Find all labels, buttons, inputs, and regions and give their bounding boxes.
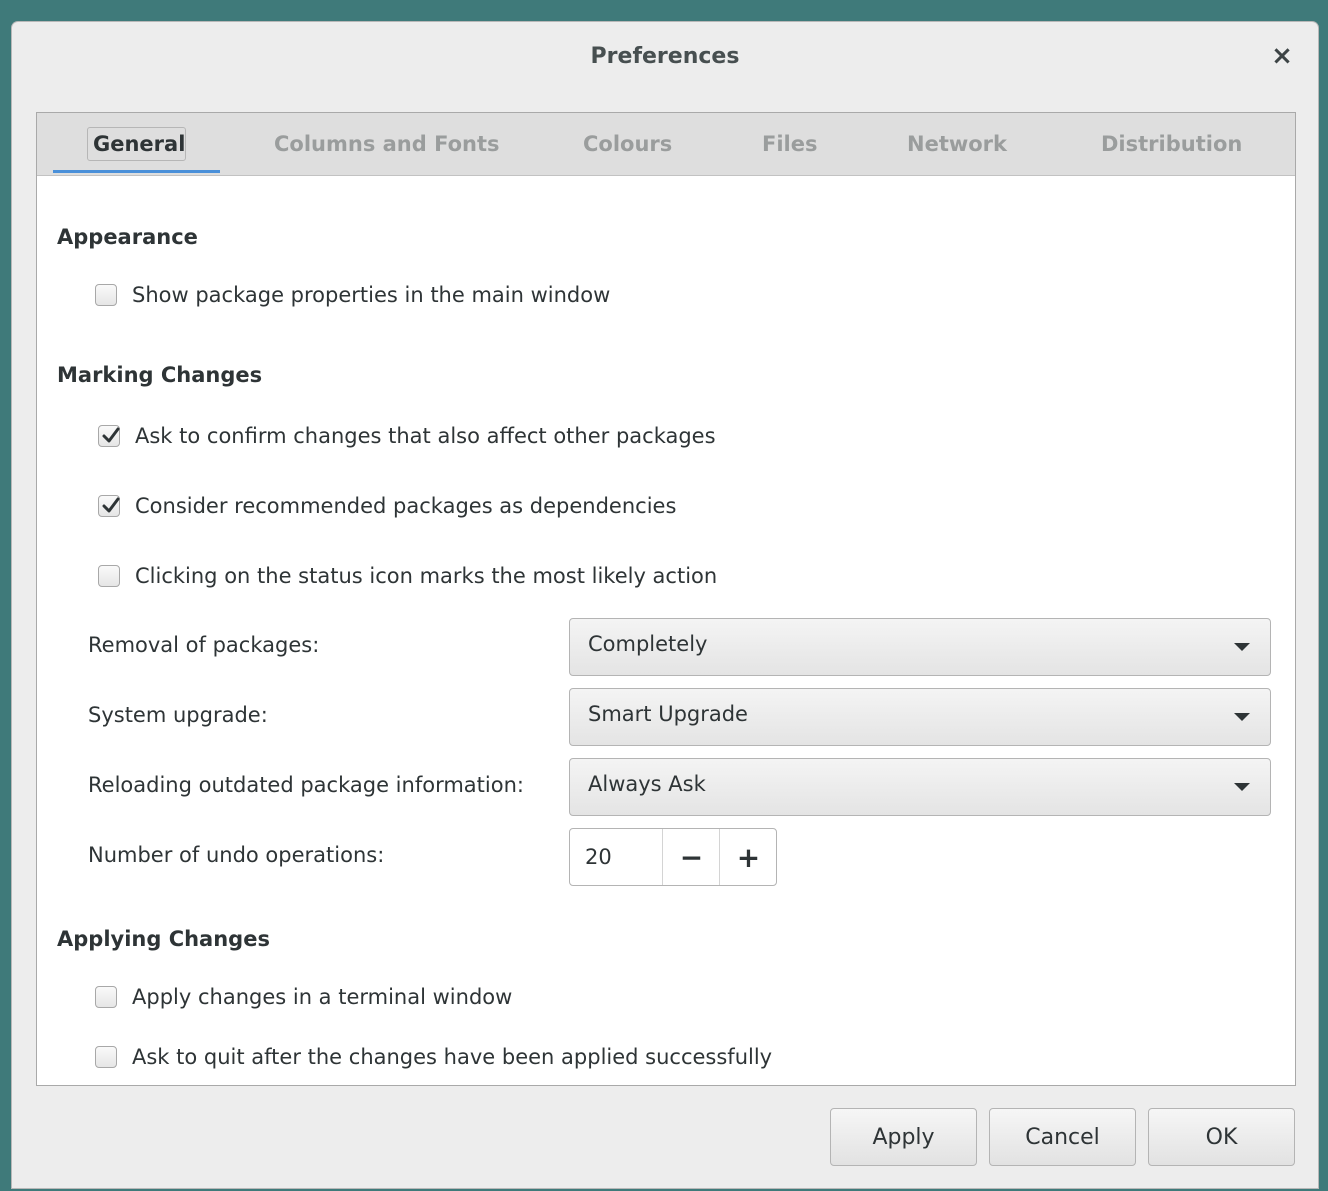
ask-to-quit-checkbox[interactable]: Ask to quit after the changes have been …: [95, 1041, 772, 1073]
decrement-button[interactable]: −: [662, 829, 720, 885]
checkbox-box: [95, 1046, 117, 1068]
checkbox-label: Ask to confirm changes that also affect …: [135, 424, 716, 448]
tab-network[interactable]: Network: [907, 127, 1007, 161]
system-upgrade-value: Smart Upgrade: [588, 702, 748, 726]
chevron-down-icon: [1234, 783, 1250, 791]
check-icon: [102, 497, 120, 513]
undo-operations-spinner: − +: [569, 828, 777, 886]
close-icon: ×: [1271, 41, 1293, 71]
checkbox-label: Consider recommended packages as depende…: [135, 494, 677, 518]
system-upgrade-label: System upgrade:: [88, 703, 268, 727]
titlebar: Preferences ×: [12, 22, 1318, 94]
checkbox-box: [95, 986, 117, 1008]
preferences-dialog: Preferences × General Columns and Fonts …: [12, 22, 1318, 1188]
increment-button[interactable]: +: [719, 829, 777, 885]
tab-files[interactable]: Files: [762, 127, 817, 161]
apply-button[interactable]: Apply: [830, 1108, 977, 1166]
section-title-appearance: Appearance: [57, 225, 198, 249]
checkbox-box: [95, 284, 117, 306]
checkbox-box: [98, 425, 120, 447]
checkbox-label: Show package properties in the main wind…: [132, 283, 611, 307]
checkbox-label: Apply changes in a terminal window: [132, 985, 513, 1009]
section-title-applying-changes: Applying Changes: [57, 927, 270, 951]
tab-bar: General Columns and Fonts Colours Files …: [37, 113, 1295, 176]
tab-columns-and-fonts[interactable]: Columns and Fonts: [274, 127, 500, 161]
chevron-down-icon: [1234, 713, 1250, 721]
dialog-title: Preferences: [590, 44, 740, 69]
preferences-notebook: General Columns and Fonts Colours Files …: [36, 112, 1296, 1086]
system-upgrade-dropdown[interactable]: Smart Upgrade: [569, 688, 1271, 746]
minus-icon: −: [679, 840, 704, 874]
checkbox-box: [98, 565, 120, 587]
checkbox-label: Clicking on the status icon marks the mo…: [135, 564, 718, 588]
undo-operations-input[interactable]: [570, 829, 660, 885]
checkbox-box: [98, 495, 120, 517]
section-title-marking-changes: Marking Changes: [57, 363, 263, 387]
terminal-window-checkbox[interactable]: Apply changes in a terminal window: [95, 981, 512, 1013]
close-button[interactable]: ×: [1268, 41, 1296, 71]
check-icon: [102, 427, 120, 443]
active-tab-indicator: [53, 170, 220, 173]
reloading-dropdown[interactable]: Always Ask: [569, 758, 1271, 816]
tab-general[interactable]: General: [93, 127, 185, 161]
cancel-button[interactable]: Cancel: [989, 1108, 1136, 1166]
plus-icon: +: [736, 840, 761, 874]
tab-distribution[interactable]: Distribution: [1101, 127, 1242, 161]
removal-value: Completely: [588, 632, 708, 656]
removal-dropdown[interactable]: Completely: [569, 618, 1271, 676]
chevron-down-icon: [1234, 643, 1250, 651]
confirm-changes-checkbox[interactable]: Ask to confirm changes that also affect …: [98, 420, 716, 452]
recommended-as-dependencies-checkbox[interactable]: Consider recommended packages as depende…: [98, 490, 676, 522]
status-icon-marks-checkbox[interactable]: Clicking on the status icon marks the mo…: [98, 560, 717, 592]
undo-operations-label: Number of undo operations:: [88, 843, 385, 867]
show-package-properties-checkbox[interactable]: Show package properties in the main wind…: [95, 279, 610, 311]
checkbox-label: Ask to quit after the changes have been …: [132, 1045, 773, 1069]
removal-label: Removal of packages:: [88, 633, 320, 657]
reloading-label: Reloading outdated package information:: [88, 773, 524, 797]
ok-button[interactable]: OK: [1148, 1108, 1295, 1166]
reloading-value: Always Ask: [588, 772, 706, 796]
tab-colours[interactable]: Colours: [583, 127, 672, 161]
